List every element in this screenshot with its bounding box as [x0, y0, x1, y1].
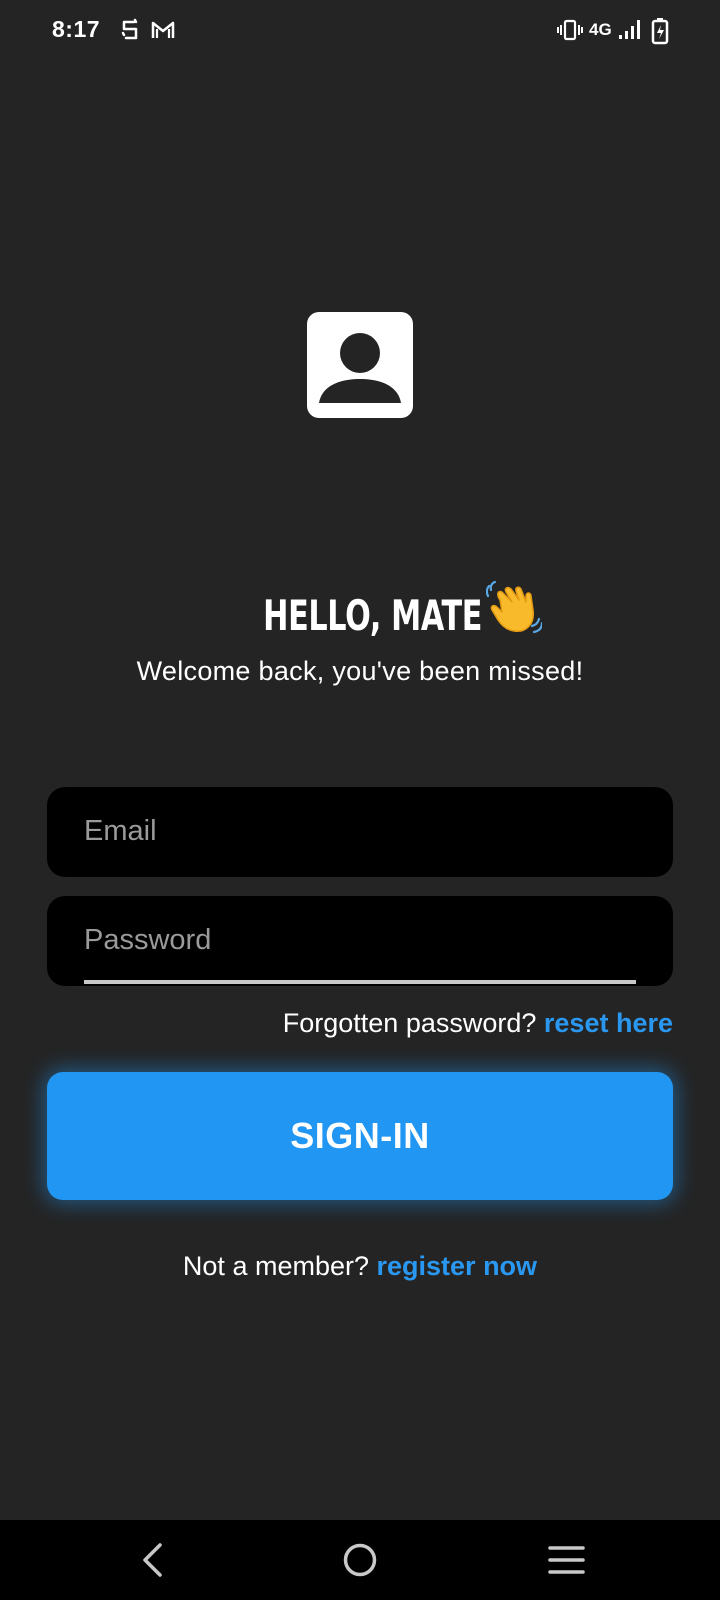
greeting-text: HELLO, MATE — [262, 591, 482, 640]
register-row: Not a member? register now — [0, 1251, 720, 1282]
greeting-heading: HELLO, MATE — [0, 580, 720, 650]
gmail-icon — [150, 17, 176, 43]
back-icon[interactable] — [129, 1538, 179, 1582]
email-field-container[interactable] — [47, 787, 673, 877]
welcome-subtitle: Welcome back, you've been missed! — [136, 656, 584, 686]
home-icon[interactable] — [335, 1538, 385, 1582]
reset-password-link[interactable]: reset here — [544, 1008, 673, 1038]
register-prompt: Not a member? — [182, 1251, 369, 1281]
forgot-password-prompt: Forgotten password? — [282, 1008, 537, 1038]
password-field[interactable] — [84, 896, 644, 984]
vpn-icon — [120, 17, 140, 43]
status-bar: 8:17 4G — [0, 0, 720, 60]
system-nav-bar — [0, 1520, 720, 1600]
email-field[interactable] — [84, 787, 644, 875]
battery-charging-icon — [651, 17, 669, 45]
signal-icon — [618, 17, 642, 43]
person-icon — [307, 312, 413, 418]
recents-menu-icon[interactable] — [542, 1538, 592, 1582]
forgot-password-row: Forgotten password? reset here — [283, 1008, 673, 1039]
vibrate-icon — [557, 17, 583, 43]
sign-in-button[interactable]: SIGN-IN — [47, 1072, 673, 1200]
network-type-label: 4G — [589, 20, 612, 39]
waving-hand-icon — [486, 580, 544, 650]
password-field-container[interactable] — [47, 896, 673, 986]
status-time: 8:17 — [52, 16, 101, 42]
password-field-underline — [84, 980, 636, 984]
register-link[interactable]: register now — [377, 1251, 538, 1281]
